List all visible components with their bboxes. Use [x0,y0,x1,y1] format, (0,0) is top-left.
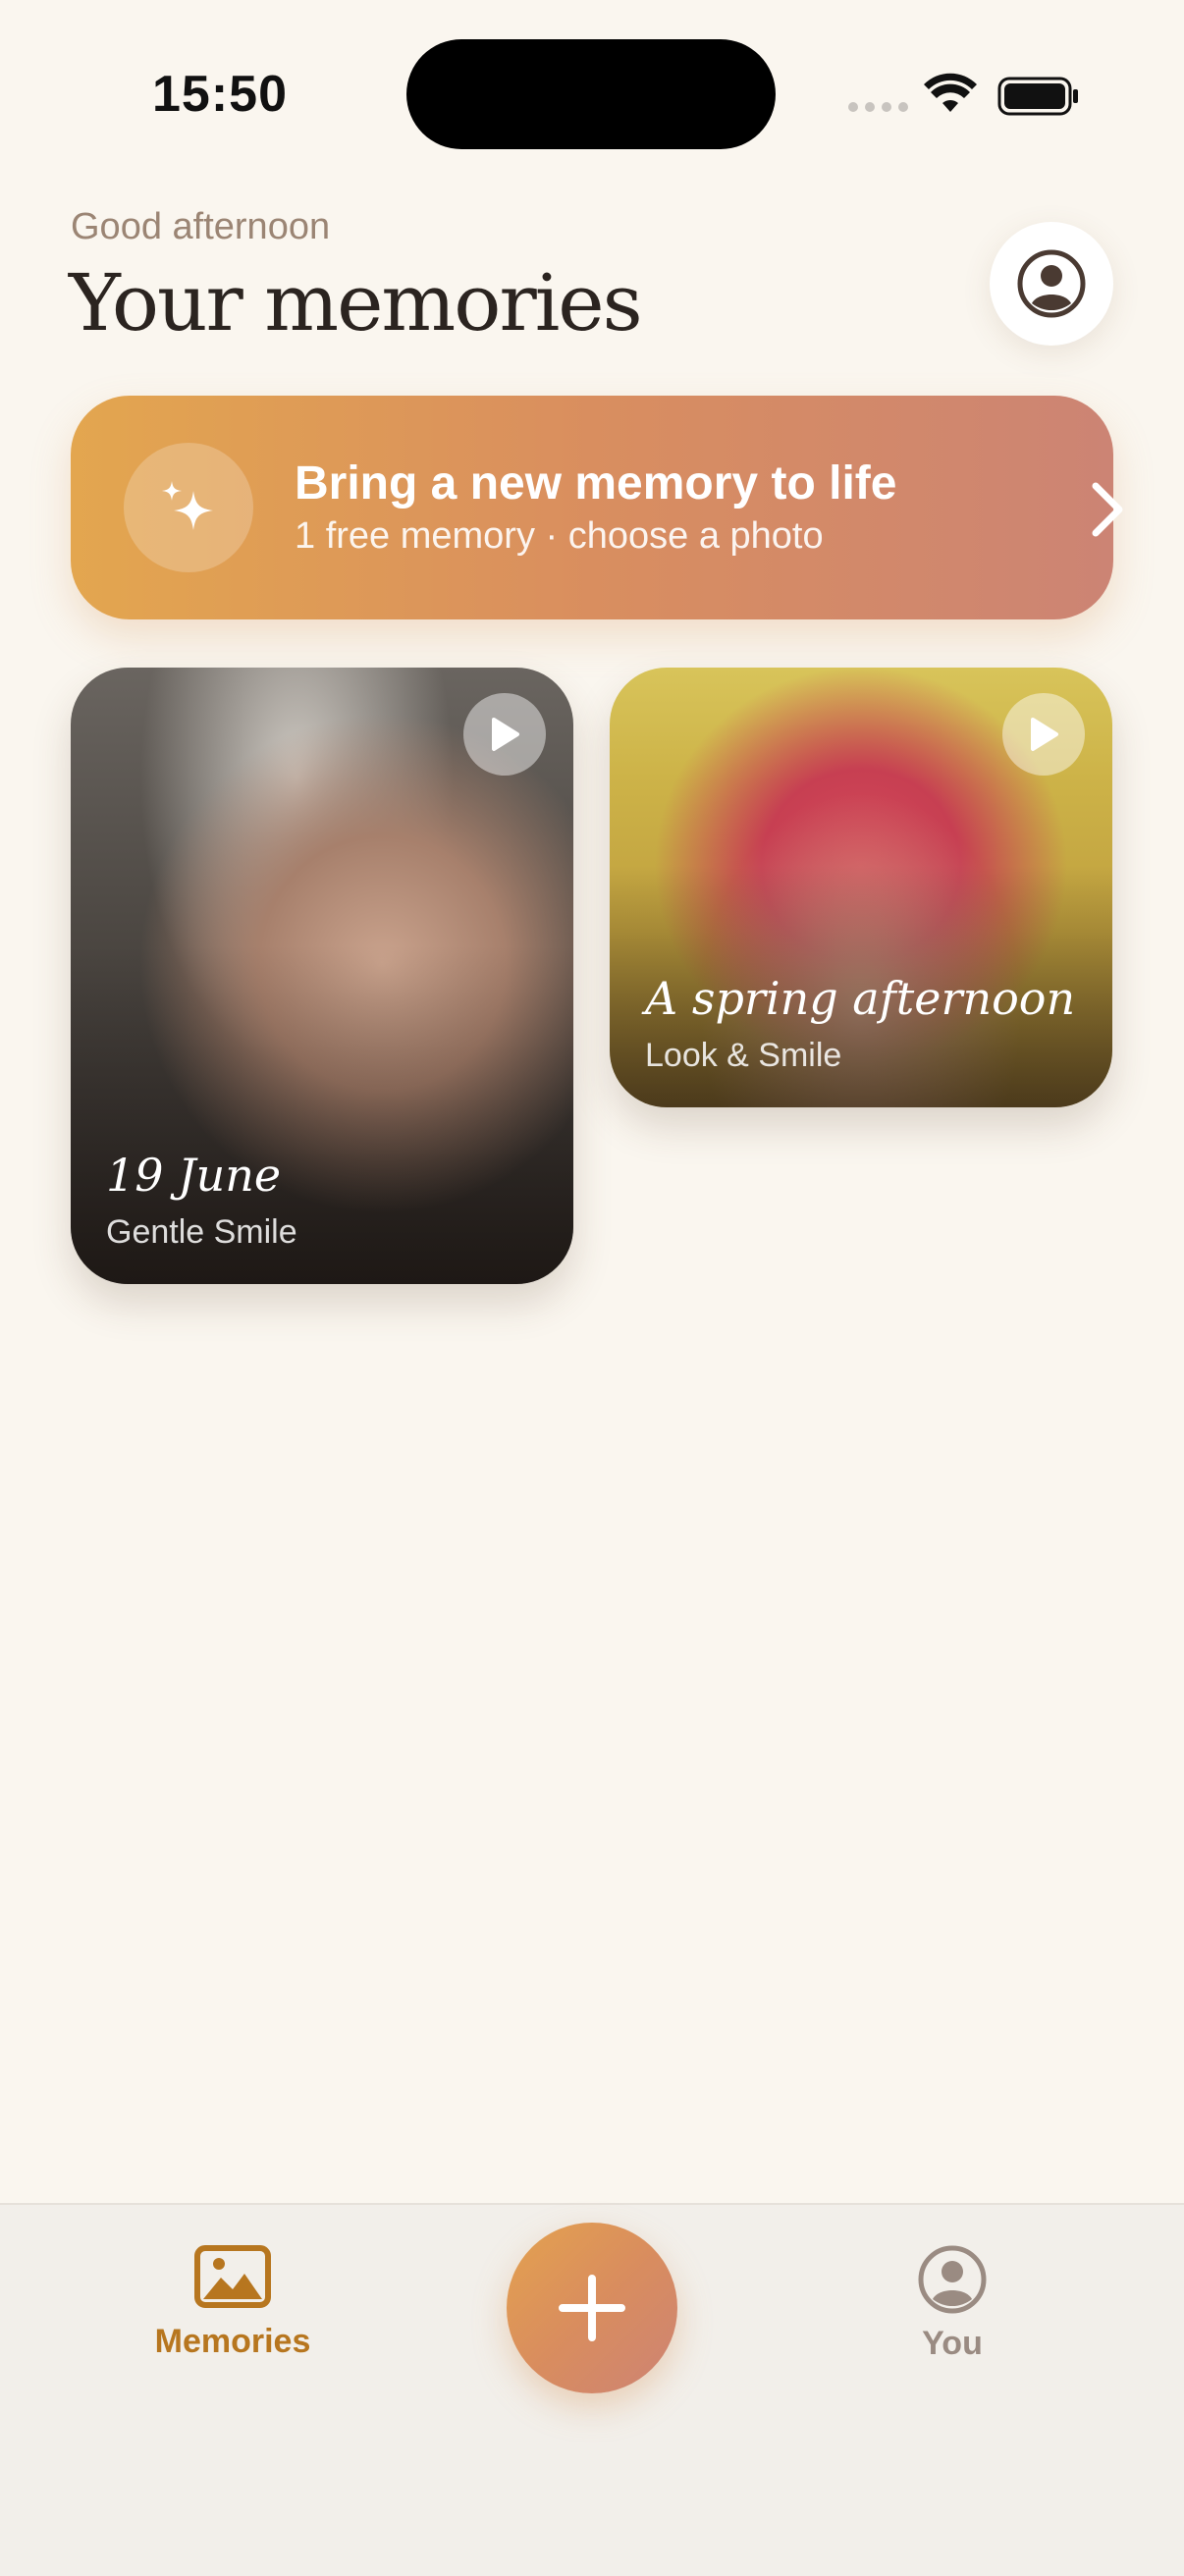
battery-icon [997,77,1078,116]
memory-style: Gentle Smile [106,1213,297,1251]
plus-icon [559,2275,625,2341]
banner-icon-circle [124,443,253,572]
banner-title: Bring a new memory to life [295,457,897,510]
memory-card[interactable]: A spring afternoon Look & Smile [610,668,1112,1107]
memory-card[interactable]: 19 June Gentle Smile [71,668,573,1284]
memory-title: 19 June [106,1149,282,1202]
wifi-icon [924,73,977,112]
chevron-right-icon [1092,482,1123,537]
photo-icon [194,2245,271,2308]
greeting-text: Good afternoon [71,206,331,247]
user-icon [1017,249,1086,318]
user-icon [918,2245,987,2314]
tab-bar: Memories You [0,2203,1184,2576]
new-memory-banner[interactable]: Bring a new memory to life 1 free memory… [71,396,1123,619]
add-memory-button[interactable] [507,2223,677,2393]
memory-title: A spring afternoon [645,972,1076,1025]
memory-style: Look & Smile [645,1037,842,1074]
dynamic-island [406,39,776,149]
tab-label: You [922,2325,983,2362]
play-icon [492,718,519,751]
tab-you[interactable]: You [874,2244,1031,2363]
status-time: 15:50 [152,66,288,123]
play-button[interactable] [463,693,546,776]
tab-label: Memories [154,2323,311,2360]
play-icon [1031,718,1058,751]
tab-memories[interactable]: Memories [147,2244,318,2361]
play-button[interactable] [1002,693,1085,776]
sparkles-icon [162,481,213,530]
profile-button[interactable] [990,222,1113,346]
cellular-signal-icon [848,102,908,112]
page-title: Your memories [69,257,643,349]
banner-subtitle: 1 free memory · choose a photo [295,515,824,557]
